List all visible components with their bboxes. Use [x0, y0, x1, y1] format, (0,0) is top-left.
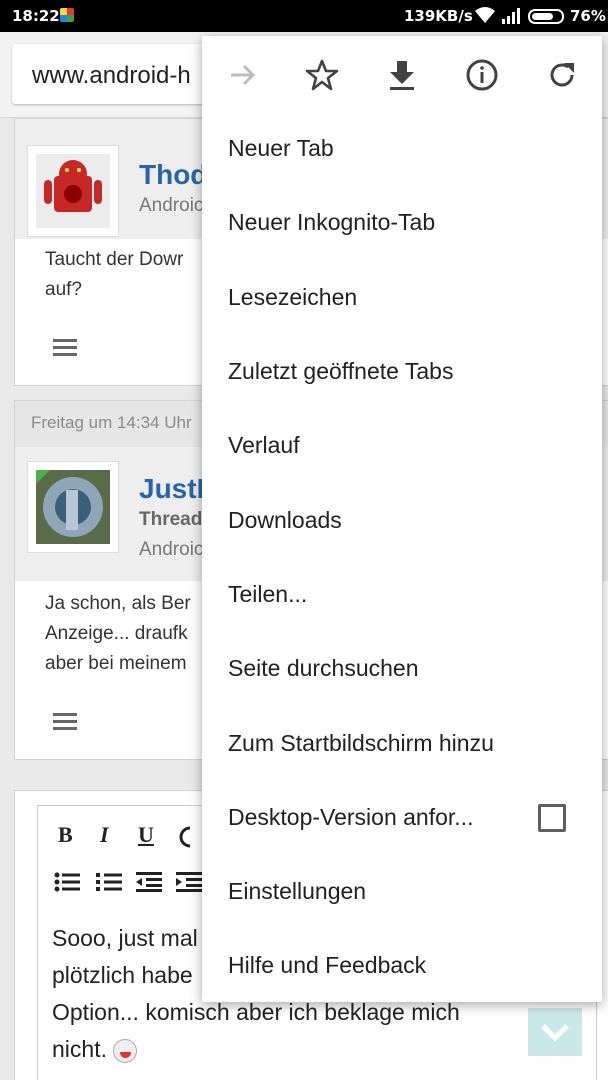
bold-button[interactable]: B: [58, 822, 73, 848]
more-format-icon[interactable]: [176, 826, 190, 848]
menu-item-share[interactable]: Teilen...: [228, 581, 307, 608]
post-text-line: auf?: [45, 279, 82, 300]
info-icon[interactable]: [465, 58, 499, 92]
forward-icon[interactable]: [226, 58, 260, 92]
post-menu-icon[interactable]: [53, 713, 77, 734]
menu-item-new-tab[interactable]: Neuer Tab: [228, 135, 334, 162]
battery-icon: [528, 9, 564, 24]
chevron-down-icon: [541, 1024, 569, 1042]
android-avatar-icon: [36, 154, 110, 228]
url-text: www.android-h: [32, 62, 191, 89]
post-text-line: Anzeige... draufk: [45, 623, 188, 644]
indent-icon[interactable]: [176, 872, 202, 892]
battery-level: [532, 13, 554, 20]
menu-item-request-desktop-site[interactable]: Desktop-Version anfor...: [228, 804, 473, 831]
menu-item-help-feedback[interactable]: Hilfe und Feedback: [228, 952, 426, 979]
status-bar: 18:22 139KB/s 76%: [0, 0, 608, 32]
avatar[interactable]: [27, 461, 119, 553]
numbered-list-icon[interactable]: [96, 872, 122, 892]
underline-button[interactable]: U: [138, 822, 154, 848]
post-text: Taucht der Dowr auf?: [45, 245, 205, 305]
menu-item-settings[interactable]: Einstellungen: [228, 878, 366, 905]
post-text-line: Taucht der Dowr: [45, 249, 184, 270]
post-author-role: Thread: [139, 509, 203, 530]
menu-item-add-to-homescreen[interactable]: Zum Startbildschirm hinzu: [228, 730, 494, 757]
app-notification-icon: [60, 8, 74, 22]
post-author-subtitle: Androic: [139, 539, 204, 560]
post-text: Ja schon, als Ber Anzeige... draufk aber…: [45, 589, 205, 679]
star-icon[interactable]: [305, 58, 339, 92]
network-speed: 139KB/s: [404, 7, 473, 25]
post-author[interactable]: Thod: [139, 159, 207, 191]
italic-button[interactable]: I: [100, 822, 109, 848]
scroll-down-button[interactable]: [528, 1008, 582, 1056]
overflow-menu: Neuer Tab Neuer Inkognito-Tab Lesezeiche…: [202, 36, 602, 1002]
editor-text-line: nicht.: [52, 1031, 572, 1068]
menu-item-find-in-page[interactable]: Seite durchsuchen: [228, 655, 419, 682]
status-time: 18:22: [12, 7, 60, 25]
post-author-subtitle: Androic: [139, 195, 204, 216]
reload-icon[interactable]: [545, 58, 579, 92]
signal-icon: [502, 8, 520, 24]
post-menu-icon[interactable]: [53, 339, 77, 360]
post-text-line: Ja schon, als Ber: [45, 593, 191, 614]
menu-item-history[interactable]: Verlauf: [228, 432, 300, 459]
wifi-icon: [475, 7, 495, 23]
menu-item-bookmarks[interactable]: Lesezeichen: [228, 284, 357, 311]
desktop-site-checkbox[interactable]: [538, 804, 566, 832]
outdent-icon[interactable]: [136, 872, 162, 892]
menu-item-new-incognito-tab[interactable]: Neuer Inkognito-Tab: [228, 209, 435, 236]
menu-item-recent-tabs[interactable]: Zuletzt geöffnete Tabs: [228, 358, 453, 385]
avatar[interactable]: [27, 145, 119, 237]
smiley-emoji-icon: [113, 1038, 138, 1063]
landscape-avatar-icon: [36, 470, 110, 544]
battery-percent: 76%: [570, 7, 606, 25]
post-text-line: aber bei meinem: [45, 653, 187, 674]
menu-icon-row: [202, 36, 602, 112]
menu-item-downloads[interactable]: Downloads: [228, 507, 342, 534]
download-icon[interactable]: [385, 58, 419, 92]
bullet-list-icon[interactable]: [54, 872, 80, 892]
